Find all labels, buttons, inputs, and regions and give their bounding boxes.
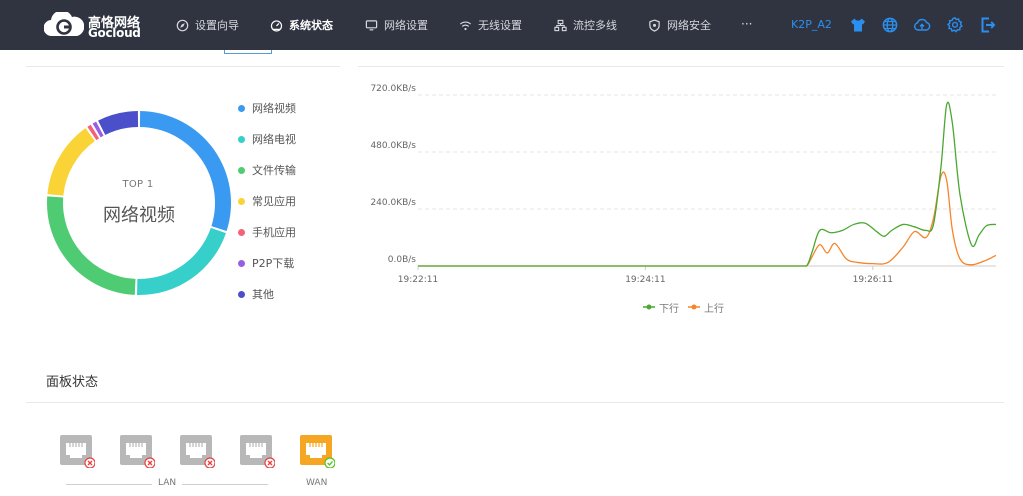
legend-dot	[238, 166, 245, 174]
nav-label: 设置向导	[195, 19, 239, 32]
gear-icon[interactable]	[946, 16, 964, 34]
nav-item-network-security[interactable]: 网络安全	[648, 0, 711, 50]
legend-item-file-transfer[interactable]: 文件传输	[238, 162, 296, 178]
shield-icon	[649, 18, 660, 32]
legend-item-video[interactable]: 网络视频	[238, 100, 296, 116]
shirt-icon[interactable]	[849, 16, 867, 34]
donut-center-label: 网络视频	[103, 205, 175, 226]
nav-label: 系统状态	[289, 19, 333, 32]
ethernet-port-icon	[180, 435, 216, 469]
y-tick-label: 0.0B/s	[388, 255, 417, 265]
network-icon	[554, 19, 567, 31]
nav-more-button[interactable]: ···	[741, 0, 752, 50]
port-wan[interactable]	[299, 434, 336, 469]
legend-label: 常见应用	[252, 195, 296, 208]
device-name-link[interactable]: K2P_A2	[791, 0, 832, 50]
x-tick-label: 19:24:11	[625, 275, 665, 285]
cloud-upload-icon[interactable]	[913, 16, 931, 34]
legend-item-mobile-apps[interactable]: 手机应用	[238, 224, 296, 240]
legend-item-other[interactable]: 其他	[238, 286, 274, 302]
x-tick-label: 19:22:11	[398, 275, 438, 285]
compass-icon	[176, 19, 189, 31]
port-lan2[interactable]	[119, 434, 156, 469]
donut-slice-7[interactable]	[98, 111, 139, 135]
tab-indicator	[224, 50, 272, 54]
dashboard-icon	[270, 19, 283, 32]
logout-icon[interactable]	[979, 16, 997, 34]
nav-label: 网络设置	[384, 19, 428, 32]
ethernet-port-icon	[60, 435, 96, 469]
lan-label: LAN	[158, 478, 177, 488]
legend-label: P2P下载	[252, 257, 295, 270]
legend-label: 网络电视	[252, 133, 296, 146]
download-legend-icon	[643, 304, 655, 310]
legend-download[interactable]: 下行	[643, 300, 679, 315]
brand-name-en: Gocloud	[88, 26, 141, 40]
globe-icon[interactable]	[881, 16, 899, 34]
nav-item-system-status[interactable]: 系统状态	[270, 0, 333, 50]
donut-rank-label: TOP 1	[122, 179, 154, 190]
panel-status-divider	[26, 402, 1004, 403]
nav-item-flow-control[interactable]: 流控多线	[554, 0, 617, 50]
nav-label: 网络安全	[667, 19, 711, 32]
nav-item-network-settings[interactable]: 网络设置	[365, 0, 428, 50]
legend-dot	[238, 259, 245, 267]
legend-upload-label: 上行	[704, 303, 724, 315]
ethernet-port-icon	[240, 435, 276, 469]
legend-dot	[238, 104, 245, 112]
right-panel-divider	[358, 66, 1004, 67]
series-line-download	[418, 101, 997, 267]
legend-dot	[238, 197, 245, 205]
legend-dot	[238, 290, 245, 298]
legend-dot	[238, 135, 245, 143]
ethernet-port-icon	[120, 435, 156, 469]
logo-mark-icon	[44, 12, 84, 37]
port-lan4[interactable]	[239, 434, 276, 469]
lan-bracket-right	[182, 484, 268, 485]
wan-label: WAN	[306, 478, 328, 488]
nav-label: 无线设置	[478, 19, 522, 32]
nav-item-wireless-settings[interactable]: 无线设置	[459, 0, 522, 50]
upload-legend-icon	[688, 304, 700, 310]
left-panel-divider	[26, 66, 340, 67]
top-nav-bar: 高恪网络 Gocloud 设置向导 系统状态 网络设置 无线设置 流控多线 网络…	[0, 0, 1023, 50]
gocloud-logo[interactable]: 高恪网络 Gocloud	[44, 10, 148, 42]
legend-item-p2p[interactable]: P2P下载	[238, 255, 294, 271]
y-tick-label: 720.0KB/s	[370, 84, 416, 94]
monitor-icon	[365, 19, 378, 30]
y-tick-label: 240.0KB/s	[370, 198, 416, 208]
bandwidth-line-chart: 0.0B/s 240.0KB/s 480.0KB/s 720.0KB/s 19:22:1…	[370, 84, 997, 285]
lan-bracket-left	[66, 484, 152, 485]
donut-slice-4[interactable]	[47, 128, 95, 196]
legend-download-label: 下行	[659, 303, 679, 315]
legend-label: 手机应用	[252, 226, 296, 239]
legend-dot	[238, 228, 245, 236]
port-lan1[interactable]	[59, 434, 96, 469]
series-line-upload	[418, 171, 997, 267]
y-tick-label: 480.0KB/s	[370, 141, 416, 151]
wifi-icon	[459, 21, 472, 30]
port-lan3[interactable]	[179, 434, 216, 469]
legend-item-common-apps[interactable]: 常见应用	[238, 193, 296, 209]
nav-label: 流控多线	[573, 19, 617, 32]
donut-slice-2[interactable]	[137, 227, 226, 295]
nav-item-setup-wizard[interactable]: 设置向导	[176, 0, 239, 50]
legend-label: 网络视频	[252, 102, 296, 115]
x-tick-label: 19:26:11	[853, 275, 893, 285]
legend-item-iptv[interactable]: 网络电视	[238, 131, 296, 147]
legend-label: 文件传输	[252, 164, 296, 177]
legend-upload[interactable]: 上行	[688, 300, 724, 315]
legend-label: 其他	[252, 288, 274, 301]
ethernet-port-icon	[300, 435, 336, 469]
panel-status-title: 面板状态	[46, 375, 99, 390]
